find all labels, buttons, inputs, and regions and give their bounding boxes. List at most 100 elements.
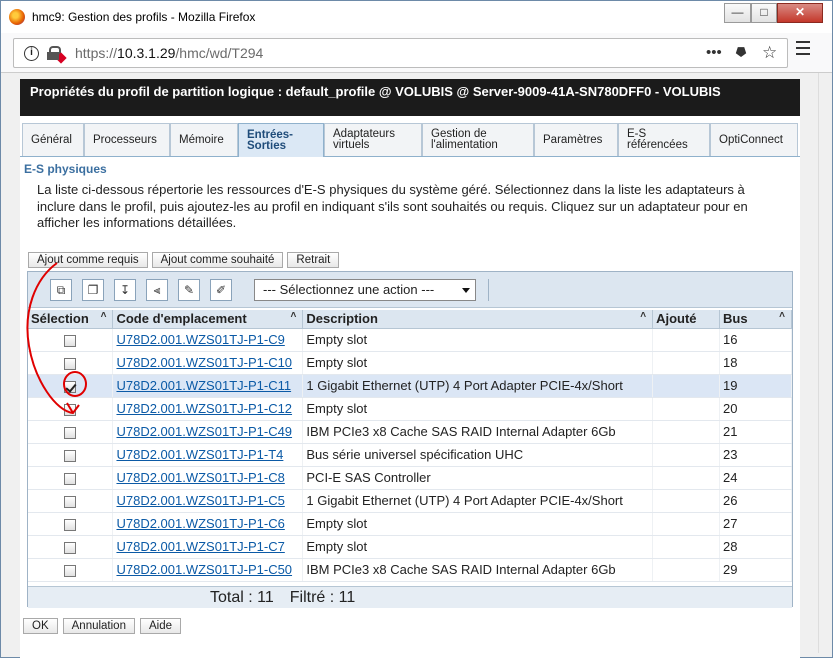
row-checkbox[interactable]: [64, 564, 77, 577]
sort-icon[interactable]: ˄: [101, 310, 107, 321]
remove-button[interactable]: Retrait: [287, 252, 340, 268]
filter-rows-icon[interactable]: ↧: [114, 278, 136, 301]
bus-cell: 19: [719, 374, 792, 398]
minimize-button[interactable]: —: [724, 3, 751, 23]
select-all-icon[interactable]: ⧉: [50, 278, 72, 301]
action-select[interactable]: --- Sélectionnez une action ---: [254, 278, 476, 301]
table-row[interactable]: U78D2.001.WZS01TJ-P1-C49 IBM PCIe3 x8 Cac…: [28, 420, 792, 444]
add-required-button[interactable]: Ajout comme requis: [28, 252, 148, 268]
bus-cell: 27: [719, 512, 792, 536]
bookmark-star-icon[interactable]: ☆: [762, 39, 777, 67]
location-link[interactable]: U78D2.001.WZS01TJ-P1-C7: [116, 539, 284, 554]
row-select-cell: [28, 328, 114, 352]
row-checkbox[interactable]: [64, 357, 77, 370]
column-header-added[interactable]: Ajouté: [652, 310, 721, 329]
info-icon[interactable]: i: [24, 45, 39, 61]
tab-bar: Général Processeurs Mémoire Entrées-Sort…: [20, 123, 800, 157]
location-cell: U78D2.001.WZS01TJ-P1-C5: [112, 489, 304, 513]
bus-cell: 16: [719, 328, 792, 352]
bus-cell: 21: [719, 420, 792, 444]
location-link[interactable]: U78D2.001.WZS01TJ-P1-C12: [116, 401, 292, 416]
column-header-location[interactable]: Code d'emplacement ˄: [112, 310, 304, 329]
tab-io[interactable]: Entrées-Sorties: [238, 123, 324, 157]
deselect-all-icon[interactable]: ❐: [82, 278, 104, 301]
sort-icon[interactable]: ˄: [291, 310, 297, 321]
vertical-scrollbar[interactable]: [818, 73, 832, 653]
pocket-icon[interactable]: ⯂: [735, 39, 745, 67]
more-actions-icon[interactable]: •••: [706, 39, 722, 67]
added-cell: [652, 420, 721, 444]
tab-memory[interactable]: Mémoire: [170, 123, 238, 156]
table-row[interactable]: U78D2.001.WZS01TJ-P1-C7 Empty slot 28: [28, 535, 792, 559]
description-cell: Empty slot: [302, 512, 654, 536]
tab-general[interactable]: Général: [22, 123, 84, 156]
add-desired-button[interactable]: Ajout comme souhaité: [151, 252, 284, 268]
column-header-description[interactable]: Description ˄: [302, 310, 654, 329]
row-checkbox[interactable]: [64, 334, 77, 347]
tab-tagged-io[interactable]: E-S référencées: [618, 123, 710, 156]
cancel-button[interactable]: Annulation: [62, 618, 135, 634]
ok-button[interactable]: OK: [23, 618, 58, 634]
row-select-cell: [28, 374, 114, 398]
row-checkbox[interactable]: [64, 426, 77, 439]
table-row[interactable]: U78D2.001.WZS01TJ-P1-C10 Empty slot 18: [28, 351, 792, 375]
location-link[interactable]: U78D2.001.WZS01TJ-P1-C50: [116, 562, 292, 577]
row-checkbox[interactable]: [64, 403, 77, 416]
location-cell: U78D2.001.WZS01TJ-P1-C12: [112, 397, 304, 421]
location-link[interactable]: U78D2.001.WZS01TJ-P1-C49: [116, 424, 292, 439]
row-select-cell: [28, 489, 114, 513]
location-link[interactable]: U78D2.001.WZS01TJ-P1-C6: [116, 516, 284, 531]
row-checkbox[interactable]: [64, 472, 77, 485]
added-cell: [652, 489, 721, 513]
row-checkbox[interactable]: [64, 449, 77, 462]
table-row[interactable]: U78D2.001.WZS01TJ-P1-C12 Empty slot 20: [28, 397, 792, 421]
maximize-button[interactable]: □: [751, 3, 777, 23]
location-link[interactable]: U78D2.001.WZS01TJ-P1-C9: [116, 332, 284, 347]
location-link[interactable]: U78D2.001.WZS01TJ-P1-C8: [116, 470, 284, 485]
close-button[interactable]: ✕: [777, 3, 823, 23]
table-row[interactable]: U78D2.001.WZS01TJ-P1-C9 Empty slot 16: [28, 328, 792, 352]
table-row[interactable]: U78D2.001.WZS01TJ-P1-C50 IBM PCIe3 x8 Cac…: [28, 558, 792, 582]
table-row[interactable]: U78D2.001.WZS01TJ-P1-C11 1 Gigabit Ethern…: [28, 374, 792, 398]
tab-virtual-adapters[interactable]: Adaptateurs virtuels: [324, 123, 422, 156]
bus-cell: 23: [719, 443, 792, 467]
sort-icon[interactable]: ˄: [640, 310, 646, 321]
table-row[interactable]: U78D2.001.WZS01TJ-P1-C5 1 Gigabit Etherne…: [28, 489, 792, 513]
row-checkbox[interactable]: [64, 541, 77, 554]
edit-sort-icon[interactable]: ✎: [178, 278, 200, 301]
table-row[interactable]: U78D2.001.WZS01TJ-P1-C8 PCI-E SAS Control…: [28, 466, 792, 490]
table-row[interactable]: U78D2.001.WZS01TJ-P1-C6 Empty slot 27: [28, 512, 792, 536]
location-cell: U78D2.001.WZS01TJ-P1-C49: [112, 420, 304, 444]
clear-sort-icon[interactable]: ✐: [210, 278, 232, 301]
location-link[interactable]: U78D2.001.WZS01TJ-P1-C10: [116, 355, 292, 370]
help-button[interactable]: Aide: [139, 618, 182, 634]
description-cell: Empty slot: [302, 397, 654, 421]
row-checkbox[interactable]: [64, 495, 77, 508]
show-filter-icon[interactable]: ⫷: [146, 278, 168, 301]
row-select-cell: [28, 351, 114, 375]
location-link[interactable]: U78D2.001.WZS01TJ-P1-T4: [116, 447, 283, 462]
description-cell: 1 Gigabit Ethernet (UTP) 4 Port Adapter …: [302, 489, 654, 513]
bus-cell: 20: [719, 397, 792, 421]
sort-icon[interactable]: ˄: [779, 310, 785, 321]
column-header-selection[interactable]: Sélection ˄: [28, 310, 114, 329]
added-cell: [652, 351, 721, 375]
tab-settings[interactable]: Paramètres: [534, 123, 618, 156]
location-link[interactable]: U78D2.001.WZS01TJ-P1-C5: [116, 493, 284, 508]
tab-processors[interactable]: Processeurs: [84, 123, 170, 156]
row-checkbox[interactable]: [64, 380, 77, 393]
column-header-bus[interactable]: Bus ˄: [719, 310, 792, 329]
location-cell: U78D2.001.WZS01TJ-P1-C9: [112, 328, 304, 352]
location-cell: U78D2.001.WZS01TJ-P1-C11: [112, 374, 304, 398]
row-select-cell: [28, 535, 114, 559]
table-row[interactable]: U78D2.001.WZS01TJ-P1-T4 Bus série univers…: [28, 443, 792, 467]
url-field[interactable]: i https://10.3.1.29/hmc/wd/T294 ••• ⯂ ☆: [13, 38, 788, 68]
location-link[interactable]: U78D2.001.WZS01TJ-P1-C11: [116, 378, 291, 393]
added-cell: [652, 558, 721, 582]
tab-power-management[interactable]: Gestion de l'alimentation: [422, 123, 534, 156]
hamburger-menu-icon[interactable]: [796, 41, 810, 55]
insecure-lock-icon[interactable]: [47, 46, 67, 64]
tab-opticonnect[interactable]: OptiConnect: [710, 123, 798, 156]
row-checkbox[interactable]: [64, 518, 77, 531]
row-select-cell: [28, 558, 114, 582]
